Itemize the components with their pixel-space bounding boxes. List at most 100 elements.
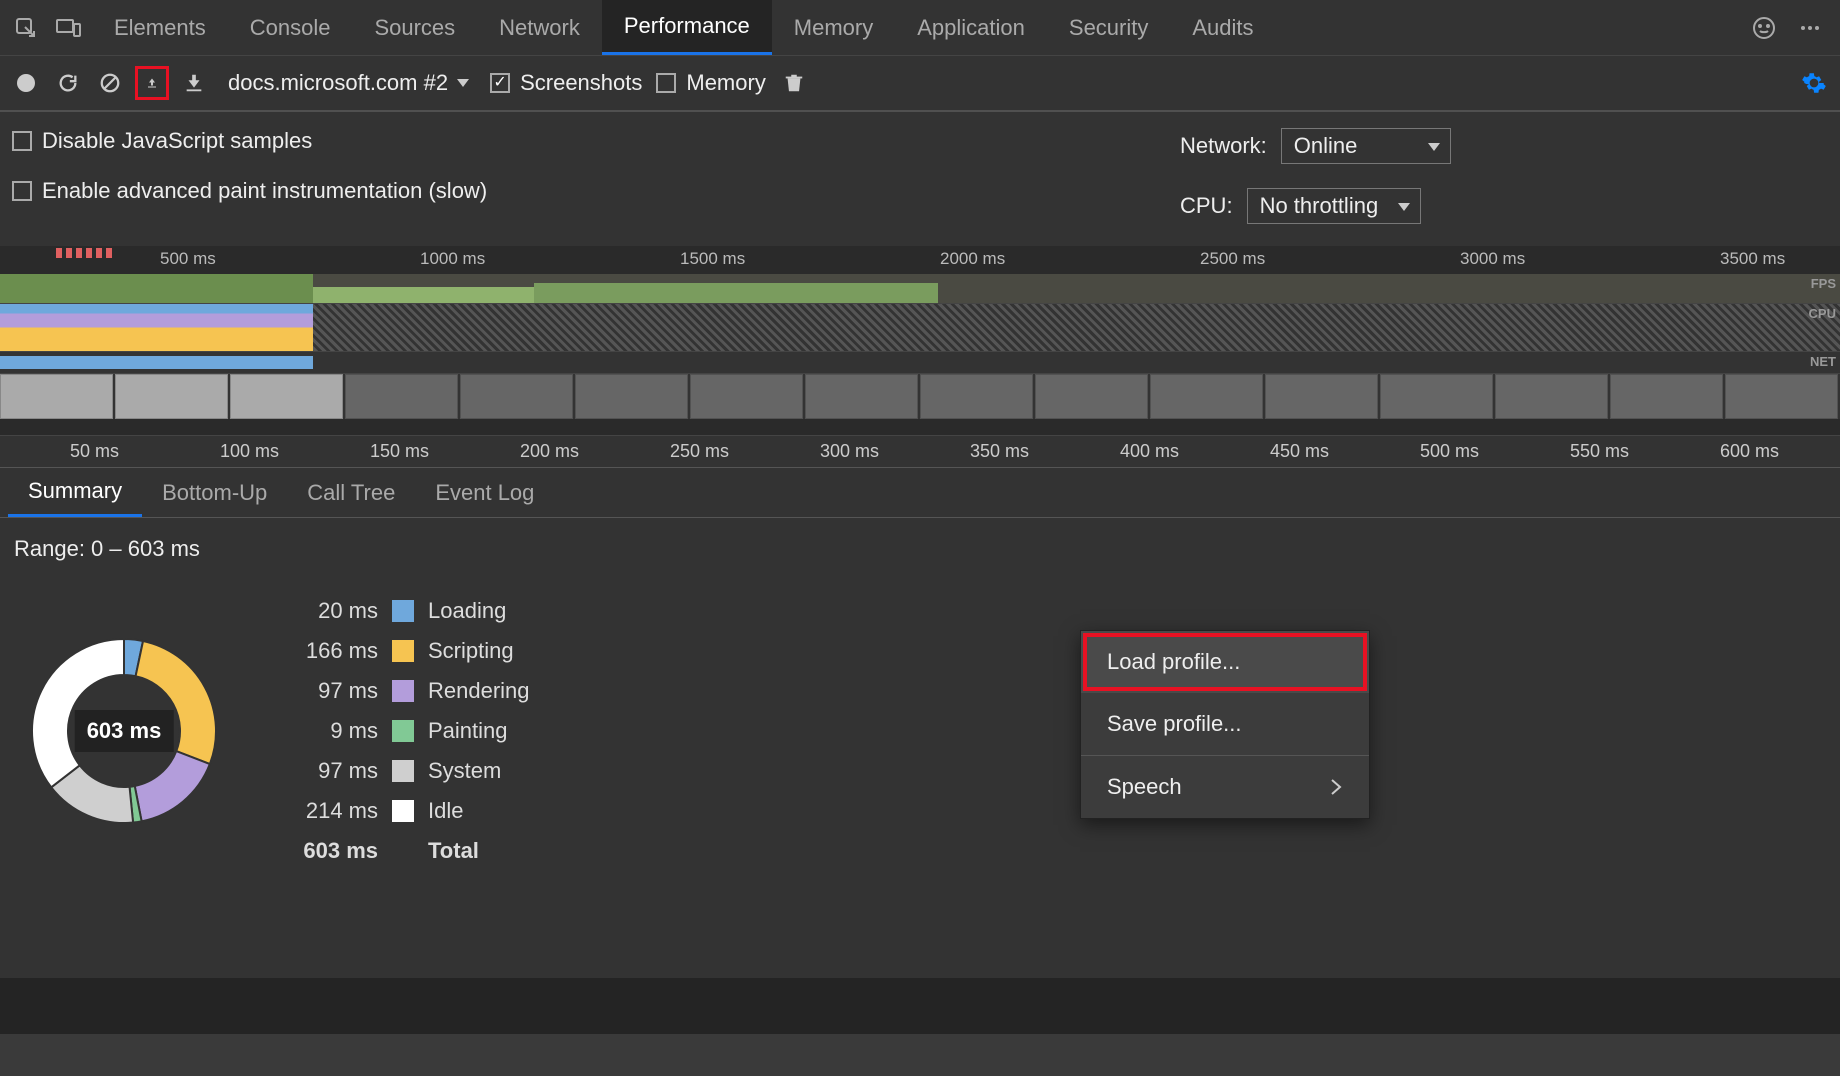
clear-button[interactable] xyxy=(96,69,124,97)
summary-legend: 20 msLoading 166 msScripting 97 msRenderin… xyxy=(288,598,530,864)
screenshot-thumb[interactable] xyxy=(1380,374,1493,419)
net-track: NET xyxy=(0,352,1840,374)
context-save-profile[interactable]: Save profile... xyxy=(1081,693,1369,755)
detail-ruler-tick: 450 ms xyxy=(1270,441,1329,462)
context-menu: Load profile... Save profile... Speech xyxy=(1080,630,1370,819)
timeline-ruler-top: 500 ms 1000 ms 1500 ms 2000 ms 2500 ms 3000 m… xyxy=(0,246,1840,274)
screenshot-thumb[interactable] xyxy=(1610,374,1723,419)
recording-selector[interactable]: docs.microsoft.com #2 xyxy=(222,70,476,96)
disable-js-checkbox[interactable]: Disable JavaScript samples xyxy=(12,128,920,154)
screenshots-checkbox[interactable]: Screenshots xyxy=(490,70,642,96)
reload-button[interactable] xyxy=(54,69,82,97)
screenshot-thumb[interactable] xyxy=(805,374,918,419)
more-icon[interactable] xyxy=(1796,14,1824,42)
ruler-top-tick: 2000 ms xyxy=(940,249,1005,269)
network-label: Network: xyxy=(1180,133,1267,159)
ruler-top-tick: 1000 ms xyxy=(420,249,485,269)
detail-tab-event-log[interactable]: Event Log xyxy=(415,468,554,517)
screenshot-thumb[interactable] xyxy=(1725,374,1838,419)
ruler-top-tick: 500 ms xyxy=(160,249,216,269)
screenshot-thumb[interactable] xyxy=(1265,374,1378,419)
device-toggle-icon[interactable] xyxy=(54,14,82,42)
detail-tab-summary[interactable]: Summary xyxy=(8,468,142,517)
context-load-profile[interactable]: Load profile... xyxy=(1081,631,1369,693)
screenshot-thumb[interactable] xyxy=(115,374,228,419)
screenshot-thumb[interactable] xyxy=(230,374,343,419)
legend-row: 9 msPainting xyxy=(288,718,530,744)
screenshot-thumb[interactable] xyxy=(690,374,803,419)
tab-console[interactable]: Console xyxy=(228,0,353,55)
tab-network[interactable]: Network xyxy=(477,0,602,55)
disable-js-label: Disable JavaScript samples xyxy=(42,128,312,154)
ruler-top-tick: 1500 ms xyxy=(680,249,745,269)
main-tabs: ElementsConsoleSourcesNetworkPerformance… xyxy=(92,0,1276,55)
screenshot-thumb[interactable] xyxy=(0,374,113,419)
load-profile-button[interactable] xyxy=(138,69,166,97)
screenshot-thumb[interactable] xyxy=(1495,374,1608,419)
record-button[interactable] xyxy=(12,69,40,97)
feedback-icon[interactable] xyxy=(1750,14,1778,42)
legend-total: 603 msTotal xyxy=(288,838,530,864)
tab-security[interactable]: Security xyxy=(1047,0,1170,55)
garbage-collect-button[interactable] xyxy=(780,69,808,97)
legend-row: 166 msScripting xyxy=(288,638,530,664)
detail-ruler-tick: 200 ms xyxy=(520,441,579,462)
inspect-icon[interactable] xyxy=(12,14,40,42)
screenshot-thumb[interactable] xyxy=(460,374,573,419)
net-label: NET xyxy=(1810,354,1836,369)
legend-row: 20 msLoading xyxy=(288,598,530,624)
network-select[interactable]: Online xyxy=(1281,128,1451,164)
screenshots-label: Screenshots xyxy=(520,70,642,96)
donut-total: 603 ms xyxy=(75,710,174,752)
advanced-paint-checkbox[interactable]: Enable advanced paint instrumentation (s… xyxy=(12,178,920,204)
save-profile-button[interactable] xyxy=(180,69,208,97)
memory-checkbox[interactable]: Memory xyxy=(656,70,765,96)
tab-audits[interactable]: Audits xyxy=(1170,0,1275,55)
detail-ruler-tick: 150 ms xyxy=(370,441,429,462)
legend-row: 97 msRendering xyxy=(288,678,530,704)
summary-panel: Range: 0 – 603 ms 603 ms 20 msLoading166… xyxy=(0,518,1840,978)
detail-ruler-tick: 500 ms xyxy=(1420,441,1479,462)
fps-track: FPS xyxy=(0,274,1840,304)
long-task-markers xyxy=(56,248,112,258)
detail-ruler-tick: 250 ms xyxy=(670,441,729,462)
chevron-right-icon xyxy=(1329,778,1343,796)
detail-ruler-tick: 100 ms xyxy=(220,441,279,462)
tab-application[interactable]: Application xyxy=(895,0,1047,55)
detail-ruler-tick: 50 ms xyxy=(70,441,119,462)
detail-ruler-tick: 350 ms xyxy=(970,441,1029,462)
detail-ruler-tick: 600 ms xyxy=(1720,441,1779,462)
tab-sources[interactable]: Sources xyxy=(352,0,477,55)
ruler-top-tick: 3000 ms xyxy=(1460,249,1525,269)
devtools-tabs-bar: ElementsConsoleSourcesNetworkPerformance… xyxy=(0,0,1840,56)
settings-gear-icon[interactable] xyxy=(1800,69,1828,97)
summary-donut-chart: 603 ms xyxy=(24,631,224,831)
screenshot-thumb[interactable] xyxy=(1035,374,1148,419)
ruler-top-tick: 2500 ms xyxy=(1200,249,1265,269)
detail-tab-call-tree[interactable]: Call Tree xyxy=(287,468,415,517)
recording-name: docs.microsoft.com #2 xyxy=(228,70,448,96)
tab-performance[interactable]: Performance xyxy=(602,0,772,55)
detail-ruler: 50 ms 100 ms 150 ms 200 ms 250 ms 300 ms 350 m… xyxy=(0,436,1840,468)
screenshot-thumb[interactable] xyxy=(1150,374,1263,419)
detail-ruler-tick: 550 ms xyxy=(1570,441,1629,462)
detail-ruler-tick: 300 ms xyxy=(820,441,879,462)
status-bar xyxy=(0,1034,1840,1076)
screenshot-thumb[interactable] xyxy=(920,374,1033,419)
context-speech[interactable]: Speech xyxy=(1081,756,1369,818)
screenshot-thumb[interactable] xyxy=(575,374,688,419)
memory-label: Memory xyxy=(686,70,765,96)
timeline-overview[interactable]: 500 ms 1000 ms 1500 ms 2000 ms 2500 ms 3000 m… xyxy=(0,246,1840,436)
performance-toolbar: docs.microsoft.com #2 Screenshots Memory xyxy=(0,56,1840,112)
legend-row: 97 msSystem xyxy=(288,758,530,784)
tab-elements[interactable]: Elements xyxy=(92,0,228,55)
detail-tab-bottom-up[interactable]: Bottom-Up xyxy=(142,468,287,517)
cpu-label: CPU: xyxy=(1180,193,1233,219)
cpu-label: CPU xyxy=(1809,306,1836,321)
fps-label: FPS xyxy=(1811,276,1836,291)
screenshot-thumb[interactable] xyxy=(345,374,458,419)
tab-memory[interactable]: Memory xyxy=(772,0,895,55)
detail-tabs: SummaryBottom-UpCall TreeEvent Log xyxy=(0,468,1840,518)
ruler-top-tick: 3500 ms xyxy=(1720,249,1785,269)
cpu-select[interactable]: No throttling xyxy=(1247,188,1422,224)
